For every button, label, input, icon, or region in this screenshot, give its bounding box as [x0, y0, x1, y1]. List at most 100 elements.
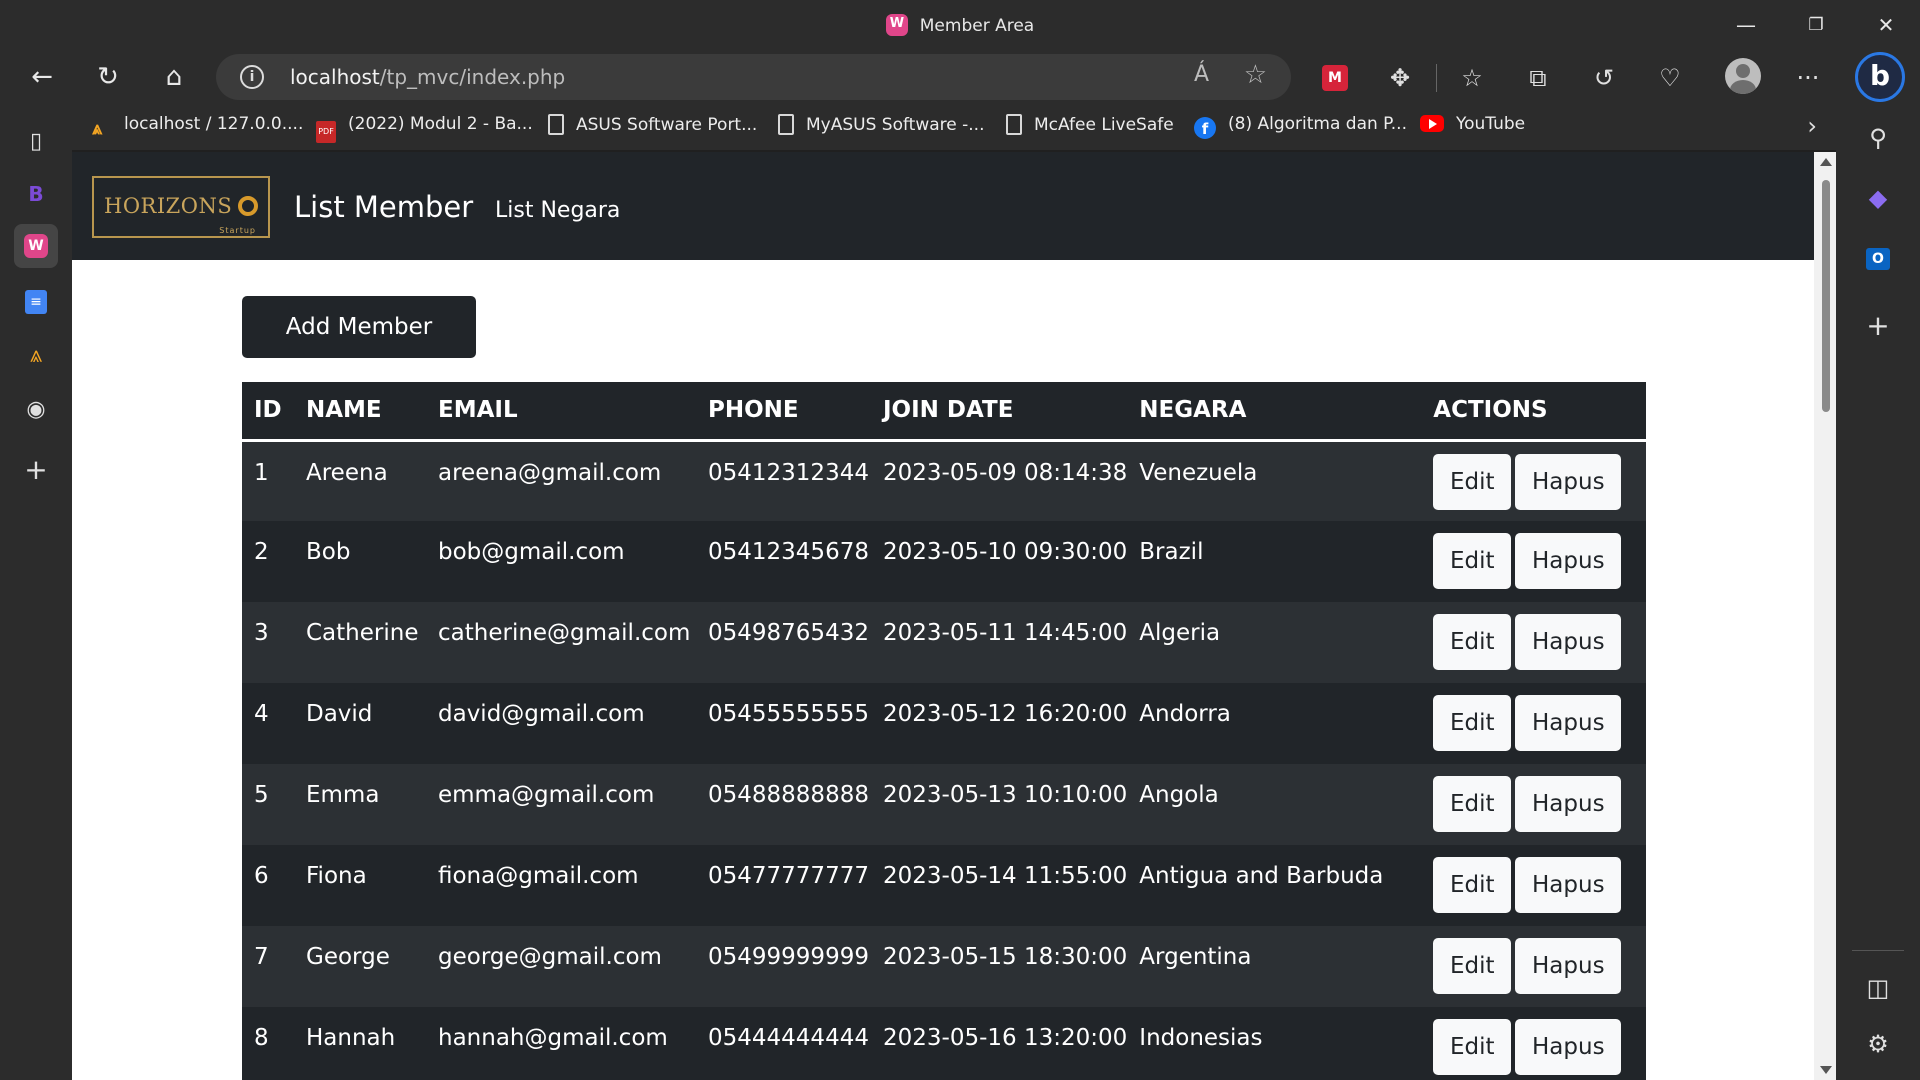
address-url[interactable]: localhost/tp_mvc/index.php: [290, 65, 565, 89]
window-titlebar: Member Area — ❐ ✕: [0, 0, 1920, 50]
scrollbar-thumb[interactable]: [1822, 180, 1830, 412]
hide-sidebar-icon[interactable]: ◫: [1856, 966, 1900, 1010]
tab-actions-icon[interactable]: ▯: [14, 120, 58, 164]
read-aloud-icon[interactable]: Á: [1194, 62, 1209, 87]
collections-icon[interactable]: ⧉: [1520, 60, 1556, 96]
table-row: 3 Catherine catherine@gmail.com 05498765432…: [242, 602, 1646, 683]
sidebar-divider: [1852, 950, 1904, 951]
table-row: 6 Fiona fiona@gmail.com 05477777777 2023-05-…: [242, 845, 1646, 926]
outlook-icon[interactable]: O: [1856, 236, 1900, 280]
cell-join-date: 2023-05-11 14:45:00: [871, 602, 1128, 683]
cell-phone: 05477777777: [696, 845, 871, 926]
more-options-icon[interactable]: ···: [1790, 60, 1826, 96]
hapus-button[interactable]: Hapus: [1515, 614, 1622, 670]
back-icon[interactable]: ←: [22, 58, 62, 96]
settings-gear-icon[interactable]: ⚙: [1856, 1022, 1900, 1066]
cell-join-date: 2023-05-10 09:30:00: [871, 521, 1128, 602]
scroll-up-arrow-icon[interactable]: [1820, 158, 1832, 166]
extension-red-icon[interactable]: M: [1322, 65, 1348, 91]
bookmark-modul-pdf[interactable]: PDF (2022) Modul 2 - Ba...: [316, 114, 533, 143]
edit-button[interactable]: Edit: [1433, 453, 1512, 510]
cell-email: emma@gmail.com: [426, 764, 696, 845]
bookmark-label: (8) Algoritma dan P...: [1228, 114, 1407, 134]
home-icon[interactable]: ⌂: [154, 58, 194, 96]
cell-name: Hannah: [294, 1007, 426, 1080]
bookmark-label: ASUS Software Port...: [576, 115, 758, 135]
cell-id: 2: [242, 521, 294, 602]
cell-id: 5: [242, 764, 294, 845]
bing-copilot-icon[interactable]: b: [1855, 52, 1905, 102]
nav-brand-list-member[interactable]: List Member: [294, 190, 473, 224]
url-path: /tp_mvc/index.php: [379, 65, 566, 89]
cell-negara: Antigua and Barbuda: [1127, 845, 1422, 926]
scroll-down-arrow-icon[interactable]: [1820, 1066, 1832, 1074]
bookmark-myasus[interactable]: MyASUS Software -...: [778, 114, 984, 135]
cell-phone: 05412345678: [696, 521, 871, 602]
cell-phone: 05412312344: [696, 440, 871, 521]
edit-button[interactable]: Edit: [1433, 533, 1512, 589]
hapus-button[interactable]: Hapus: [1515, 533, 1622, 589]
bookmark-label: (2022) Modul 2 - Ba...: [348, 114, 533, 134]
minimize-button[interactable]: —: [1718, 8, 1774, 42]
window-title: Member Area: [0, 14, 1920, 36]
edit-button[interactable]: Edit: [1433, 938, 1512, 994]
favorites-icon[interactable]: ☆: [1454, 60, 1490, 96]
logo-text: HORIZONS: [104, 194, 233, 218]
refresh-icon[interactable]: ↻: [88, 58, 128, 96]
add-sidebar-app-icon[interactable]: +: [1856, 304, 1900, 348]
cell-negara: Indonesias: [1127, 1007, 1422, 1080]
edit-button[interactable]: Edit: [1433, 695, 1512, 751]
table-row: 1 Areena areena@gmail.com 05412312344 2023-0…: [242, 440, 1646, 521]
youtube-icon: [1420, 115, 1444, 132]
cell-name: Fiona: [294, 845, 426, 926]
hapus-button[interactable]: Hapus: [1515, 857, 1622, 913]
restore-button[interactable]: ❐: [1788, 8, 1844, 42]
horizons-logo[interactable]: HORIZONS Startup: [92, 176, 270, 238]
edit-button[interactable]: Edit: [1433, 1019, 1512, 1075]
cell-id: 4: [242, 683, 294, 764]
nav-link-list-negara[interactable]: List Negara: [495, 198, 620, 223]
history-icon[interactable]: ↺: [1586, 60, 1622, 96]
bookmark-youtube[interactable]: YouTube: [1420, 114, 1525, 134]
cell-email: bob@gmail.com: [426, 521, 696, 602]
github-tab-icon[interactable]: ◉: [14, 388, 58, 432]
cell-join-date: 2023-05-14 11:55:00: [871, 845, 1128, 926]
cell-id: 3: [242, 602, 294, 683]
extensions-icon[interactable]: ✥: [1382, 60, 1418, 96]
bookmark-label: localhost / 127.0.0....: [124, 114, 304, 134]
chevron-right-icon[interactable]: ›: [1807, 112, 1817, 140]
hapus-button[interactable]: Hapus: [1515, 695, 1622, 751]
site-info-icon[interactable]: i: [240, 65, 264, 89]
bookmark-facebook-algoritma[interactable]: f (8) Algoritma dan P...: [1194, 114, 1407, 139]
bookmark-mcafee[interactable]: McAfee LiveSafe: [1006, 114, 1174, 135]
add-member-button[interactable]: Add Member: [242, 296, 476, 358]
bootstrap-tab-icon[interactable]: B: [14, 172, 58, 216]
column-header-join-date: JOIN DATE: [871, 382, 1128, 442]
document-icon: [548, 114, 564, 135]
table-row: 8 Hannah hannah@gmail.com 05444444444 2023-0…: [242, 1007, 1646, 1080]
member-area-tab-icon[interactable]: W: [14, 224, 58, 268]
close-window-button[interactable]: ✕: [1858, 8, 1914, 42]
bookmark-phpmyadmin[interactable]: ⩓ localhost / 127.0.0....: [92, 114, 303, 140]
profile-avatar[interactable]: [1725, 58, 1761, 94]
address-bar[interactable]: i localhost/tp_mvc/index.php Á ☆: [216, 54, 1291, 100]
edit-button[interactable]: Edit: [1433, 857, 1512, 913]
bookmark-asus-portal[interactable]: ASUS Software Port...: [548, 114, 757, 135]
phpmyadmin-tab-icon[interactable]: ⩓: [14, 334, 58, 378]
copilot-icon[interactable]: ◆: [1856, 176, 1900, 220]
hapus-button[interactable]: Hapus: [1515, 938, 1622, 994]
docs-tab-icon[interactable]: ≡: [14, 280, 58, 324]
edit-button[interactable]: Edit: [1433, 776, 1512, 832]
cell-negara: Brazil: [1127, 521, 1422, 602]
search-icon[interactable]: ⚲: [1856, 116, 1900, 160]
page-scrollbar[interactable]: [1814, 152, 1836, 1080]
browser-essentials-icon[interactable]: ♡: [1652, 60, 1688, 96]
column-header-actions: ACTIONS: [1421, 382, 1646, 442]
site-navbar: HORIZONS Startup List Member List Negara: [72, 152, 1814, 260]
add-favorite-icon[interactable]: ☆: [1244, 60, 1267, 90]
new-tab-icon[interactable]: +: [14, 448, 58, 492]
hapus-button[interactable]: Hapus: [1515, 776, 1622, 832]
hapus-button[interactable]: Hapus: [1515, 453, 1622, 510]
hapus-button[interactable]: Hapus: [1515, 1019, 1622, 1075]
edit-button[interactable]: Edit: [1433, 614, 1512, 670]
